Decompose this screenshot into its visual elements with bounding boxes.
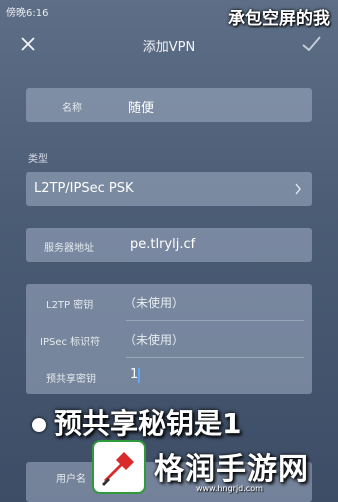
name-label: 名称 bbox=[62, 103, 82, 114]
brand-url: www.hngrjd.com bbox=[196, 484, 263, 493]
page-title: 添加VPN bbox=[142, 40, 196, 55]
server-address-value: pe.tlrylj.cf bbox=[130, 237, 196, 252]
chevron-right-icon bbox=[294, 181, 302, 200]
advanced-settings-group: L2TP 密钥 （未使用） IPSec 标识符 （未使用） 预共享密钥 1 bbox=[26, 284, 312, 394]
text-cursor bbox=[138, 368, 140, 383]
brand-logo-icon bbox=[92, 440, 146, 494]
l2tp-secret-field[interactable]: L2TP 密钥 （未使用） bbox=[26, 284, 312, 320]
vpn-type-value: L2TP/IPSec PSK bbox=[34, 181, 134, 196]
server-address-label: 服务器地址 bbox=[44, 243, 94, 254]
ipsec-identifier-value: （未使用） bbox=[124, 333, 185, 347]
l2tp-secret-value: （未使用） bbox=[124, 296, 185, 310]
overlay-caption: 预共享秘钥是1 bbox=[54, 407, 242, 440]
pre-shared-key-field[interactable]: 预共享密钥 1 bbox=[26, 358, 312, 394]
pre-shared-key-label: 预共享密钥 bbox=[46, 374, 96, 385]
brand-name: 格润手游网 bbox=[154, 452, 309, 487]
username-label: 用户名 bbox=[56, 474, 86, 485]
server-address-field[interactable]: 服务器地址 pe.tlrylj.cf bbox=[26, 228, 312, 262]
type-section-label: 类型 bbox=[28, 154, 48, 165]
check-icon[interactable] bbox=[300, 34, 322, 54]
status-time: 傍晚6:16 bbox=[6, 8, 49, 19]
ipsec-identifier-label: IPSec 标识符 bbox=[40, 337, 101, 348]
name-field[interactable]: 名称 随便 bbox=[26, 88, 312, 122]
vpn-type-select[interactable]: L2TP/IPSec PSK bbox=[26, 172, 312, 206]
name-value: 随便 bbox=[128, 101, 155, 116]
ipsec-identifier-field[interactable]: IPSec 标识符 （未使用） bbox=[26, 321, 312, 357]
bullet-icon bbox=[32, 418, 46, 432]
nav-bar: 添加VPN bbox=[0, 26, 338, 62]
l2tp-secret-label: L2TP 密钥 bbox=[46, 300, 94, 311]
